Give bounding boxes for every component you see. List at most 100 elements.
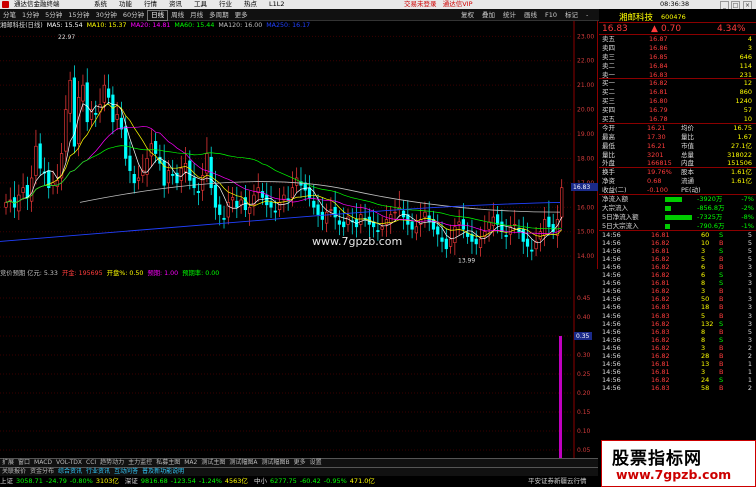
tick-list[interactable]: 14:56 16.81 60 S 5 14:56 16.82 10 B 5 14:56 16.81 3 S… [599,231,756,393]
candle-body[interactable] [423,211,427,218]
info-tab[interactable]: 行业资讯 [84,468,112,476]
candle-body[interactable] [346,216,350,225]
indicator-tab[interactable]: 设置 [308,459,324,467]
indicator-plot[interactable]: 0.450.400.350.300.250.200.150.100.050.35… [0,269,598,476]
menu-item[interactable]: 热点 [238,0,263,8]
candle-body[interactable] [196,191,200,193]
toolbar-button[interactable]: 画线 [520,9,541,21]
period-tab[interactable]: 5分钟 [42,9,65,21]
candle-body[interactable] [81,84,85,102]
indicator-tab[interactable]: CCI [84,459,98,467]
candle-body[interactable] [68,79,72,114]
candle-body[interactable] [64,109,68,152]
candle-body[interactable] [359,214,363,225]
candle-body[interactable] [547,216,551,228]
order-level[interactable]: 买三 16.80 1240 [599,97,756,106]
candle-body[interactable] [286,198,290,201]
candle-body[interactable] [230,197,235,201]
period-tab[interactable]: 更多 [232,9,251,21]
candle-body[interactable] [218,204,222,215]
menu-item[interactable]: 功能 [113,0,138,8]
promo-text[interactable]: 交易未登录 通达信VIP [404,0,473,9]
candle-body[interactable] [461,219,466,230]
candle-body[interactable] [4,202,8,208]
candle-body[interactable] [543,219,547,236]
candle-body[interactable] [51,182,55,186]
toolbar-button[interactable]: 复权 [457,9,478,21]
period-tab[interactable]: 15分钟 [65,9,92,21]
index-item[interactable]: 深证 9816.68 -123.54 -1.24% 4563亿 [125,477,248,485]
candle-body[interactable] [525,238,530,247]
info-tab[interactable]: 普及新功能说明 [140,468,186,476]
order-level[interactable]: 买一 16.82 12 [599,79,756,88]
candle-body[interactable] [457,221,461,225]
candle-body[interactable] [414,226,418,234]
toolbar-button[interactable]: 统计 [499,9,520,21]
period-tab[interactable]: 月线 [187,9,206,21]
candle-body[interactable] [38,143,42,169]
candle-body[interactable] [21,187,25,193]
menu-item[interactable]: 行业 [213,0,238,8]
candle-body[interactable] [248,206,252,214]
indicator-tab[interactable]: 测试主图 [199,459,227,467]
candle-body[interactable] [222,217,226,220]
index-item[interactable]: 中小 6277.75 -60.42 -0.95% 471.0亿 [254,477,375,485]
candle-body[interactable] [192,177,196,189]
indicator-tab[interactable]: 更多 [292,459,308,467]
candle-body[interactable] [376,230,380,232]
candle-body[interactable] [384,219,389,225]
menu-item[interactable]: 系统 [88,0,113,8]
candle-body[interactable] [47,170,51,189]
period-tab[interactable]: 30分钟 [93,9,120,21]
order-level[interactable]: 卖五 16.87 4 [599,35,756,44]
candle-body[interactable] [337,220,342,225]
indicator-tab[interactable]: MA2 [182,459,199,467]
candle-body[interactable] [487,221,491,230]
menu-item[interactable]: L1L2 [263,0,291,8]
candle-body[interactable] [380,226,384,230]
candle-body[interactable] [393,211,397,214]
candle-body[interactable] [513,224,517,226]
candle-body[interactable] [235,200,239,208]
candle-body[interactable] [560,187,564,218]
candle-body[interactable] [448,238,453,247]
period-tab[interactable]: 周线 [168,9,187,21]
info-tab[interactable]: 互动问答 [112,468,140,476]
candle-body[interactable] [277,202,282,211]
indicator-tab[interactable]: 窗口 [16,459,32,467]
candle-body[interactable] [179,167,183,181]
candle-body[interactable] [496,214,500,225]
candle-body[interactable] [453,226,457,243]
candle-body[interactable] [295,177,299,186]
candle-body[interactable] [213,184,218,208]
candle-body[interactable] [162,160,166,186]
info-tab[interactable]: 资金分布 [28,468,56,476]
candle-body[interactable] [183,163,188,173]
candle-body[interactable] [119,117,124,130]
candle-body[interactable] [124,126,128,159]
menu-item[interactable]: 资讯 [163,0,188,8]
indicator-tab[interactable]: 主力监控 [126,459,154,467]
candle-body[interactable] [273,210,277,213]
order-level[interactable]: 卖二 16.84 114 [599,62,756,71]
indicator-tab[interactable]: 趋势动力 [98,459,126,467]
indicator-tab[interactable]: 测试幅图B [259,459,291,467]
kline-chart[interactable]: 湘邮科技(日线) MA5: 15.54 MA10: 15.37 MA20: 14.81… [0,21,598,269]
candle-body[interactable] [188,160,192,181]
indicator-tab[interactable]: 测试幅图A [227,459,259,467]
indicator-tab[interactable]: MACD [32,459,54,467]
toolbar-button[interactable]: F10 [541,9,561,21]
order-level[interactable]: 卖一 16.83 231 [599,71,756,80]
indicator-tab[interactable]: 扩展 [0,459,16,467]
indicator-tab[interactable]: 私募主图 [154,459,182,467]
candle-body[interactable] [136,177,141,181]
candle-body[interactable] [504,235,508,237]
candle-body[interactable] [106,88,111,98]
candle-body[interactable] [8,199,12,202]
order-level[interactable]: 买二 16.81 860 [599,88,756,97]
candle-body[interactable] [154,141,158,154]
candle-body[interactable] [312,200,316,208]
candle-body[interactable] [34,145,38,176]
order-level[interactable]: 卖四 16.86 3 [599,44,756,53]
candle-body[interactable] [538,231,542,240]
